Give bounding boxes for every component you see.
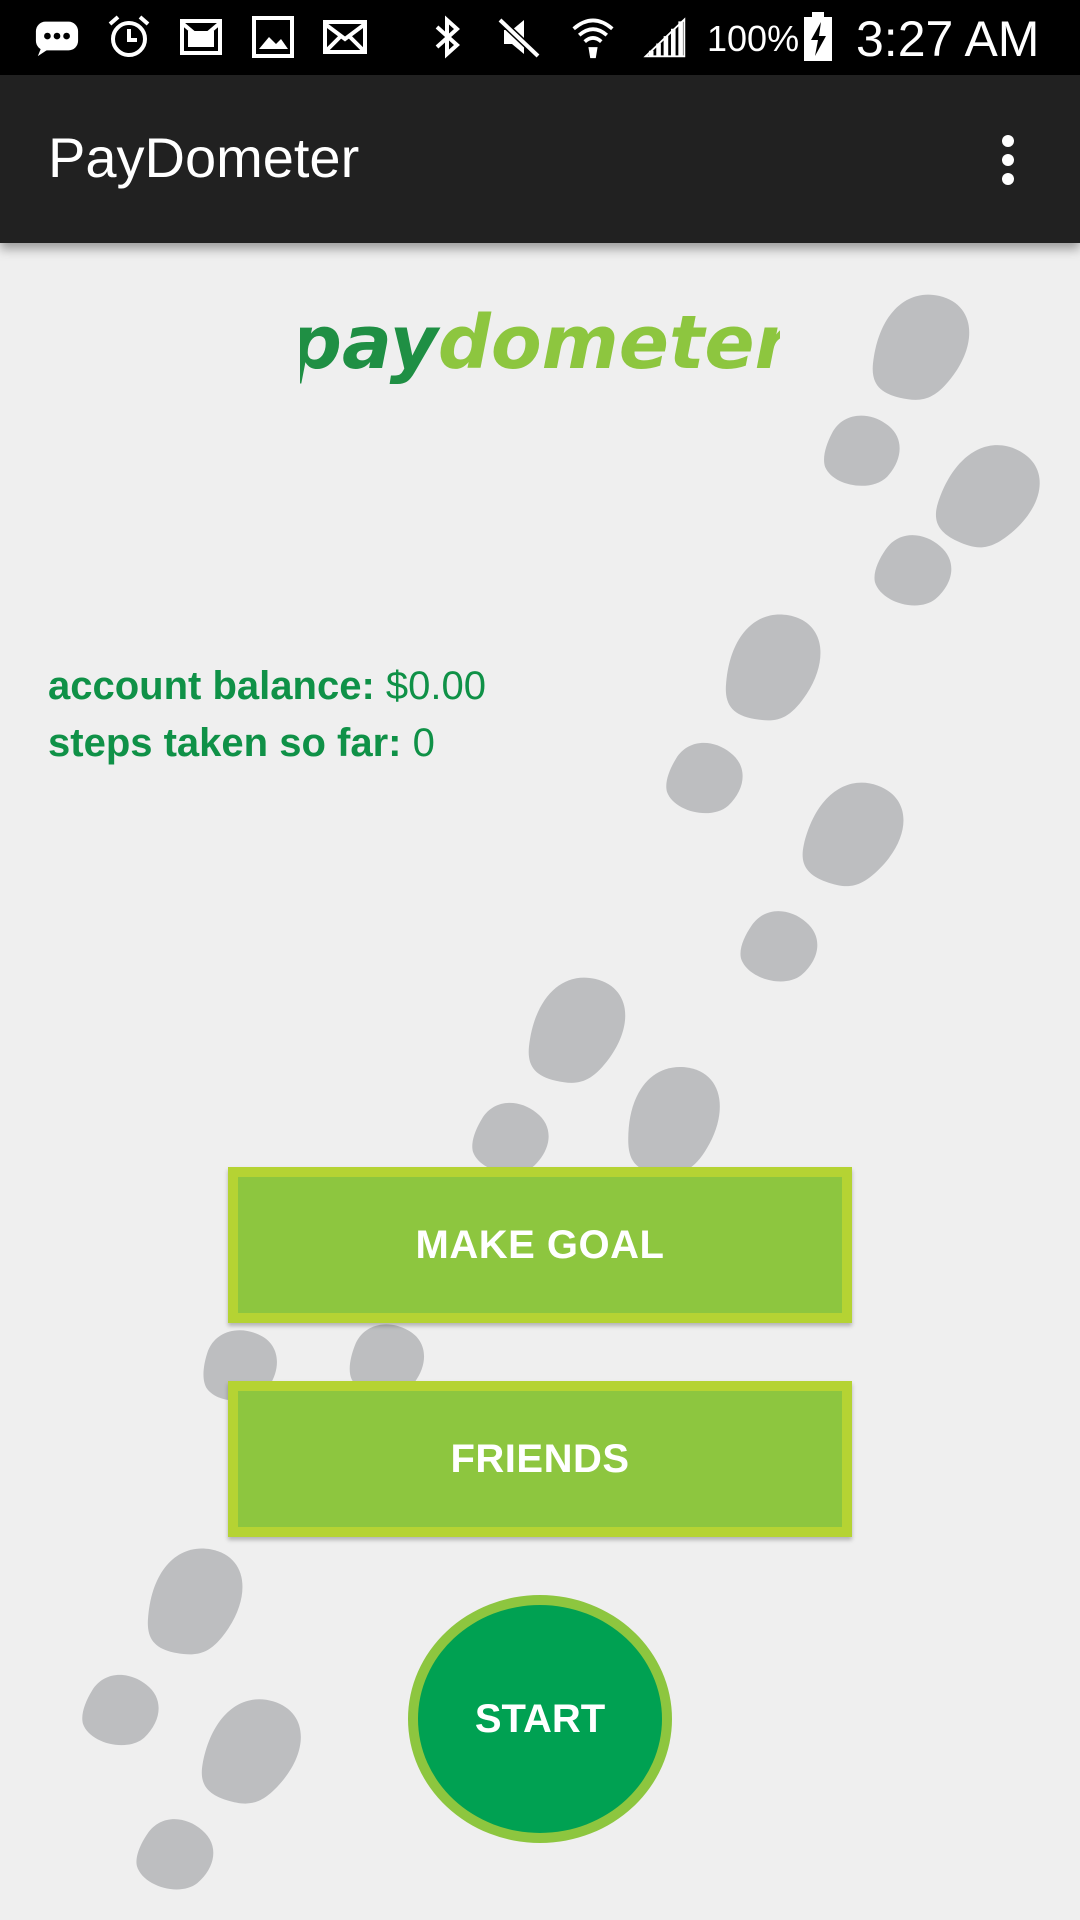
account-balance-value: $0.00 bbox=[385, 664, 486, 708]
footprint-heel bbox=[732, 899, 828, 995]
logo-pay-text: pay bbox=[300, 300, 441, 386]
footprint-sole bbox=[862, 281, 980, 414]
footprint-heel bbox=[817, 406, 908, 497]
footprint-heel bbox=[128, 1807, 224, 1903]
signal-icon bbox=[642, 14, 688, 60]
overflow-menu-icon[interactable] bbox=[978, 127, 1038, 193]
status-bar: 100% 3:27 AM bbox=[0, 0, 1080, 75]
paydometer-logo: paydometer bbox=[300, 300, 780, 386]
footprint-sole bbox=[923, 427, 1054, 566]
start-button[interactable]: START bbox=[408, 1595, 672, 1843]
messenger-icon bbox=[34, 14, 80, 60]
mute-icon bbox=[496, 14, 542, 60]
battery-charging-icon bbox=[800, 12, 836, 61]
alarm-icon bbox=[106, 14, 152, 60]
gmail-icon bbox=[178, 14, 224, 60]
footprint-sole bbox=[518, 964, 636, 1097]
logo-dometer-text: dometer bbox=[438, 300, 780, 386]
app-title: PayDometer bbox=[48, 126, 360, 189]
footprint-sole bbox=[716, 603, 830, 732]
wifi-icon bbox=[570, 14, 616, 60]
bluetooth-icon bbox=[424, 14, 470, 60]
account-balance-row: account balance: $0.00 bbox=[48, 664, 486, 709]
email-icon bbox=[322, 14, 368, 60]
footprint-heel bbox=[74, 1664, 168, 1758]
friends-button[interactable]: FRIENDS bbox=[228, 1381, 852, 1537]
footprint-sole bbox=[138, 1537, 252, 1666]
steps-value: 0 bbox=[412, 721, 435, 765]
make-goal-button[interactable]: MAKE GOAL bbox=[228, 1167, 852, 1323]
steps-label: steps taken so far: bbox=[48, 721, 402, 765]
battery-percent: 100% bbox=[707, 18, 800, 59]
svg-text:paydometer: paydometer bbox=[300, 300, 780, 386]
footprint-sole bbox=[791, 766, 917, 903]
screen: 100% 3:27 AM PayDometer paydometer accou… bbox=[0, 0, 1080, 1920]
steps-row: steps taken so far: 0 bbox=[48, 721, 435, 766]
gallery-icon bbox=[250, 14, 296, 60]
account-balance-label: account balance: bbox=[48, 664, 375, 708]
status-time: 3:27 AM bbox=[856, 11, 1040, 67]
footprint-sole bbox=[621, 1059, 727, 1183]
app-bar: PayDometer bbox=[0, 75, 1080, 243]
footprint-sole bbox=[190, 1684, 313, 1819]
footprint-heel bbox=[658, 732, 752, 826]
footprint-heel bbox=[866, 523, 962, 619]
